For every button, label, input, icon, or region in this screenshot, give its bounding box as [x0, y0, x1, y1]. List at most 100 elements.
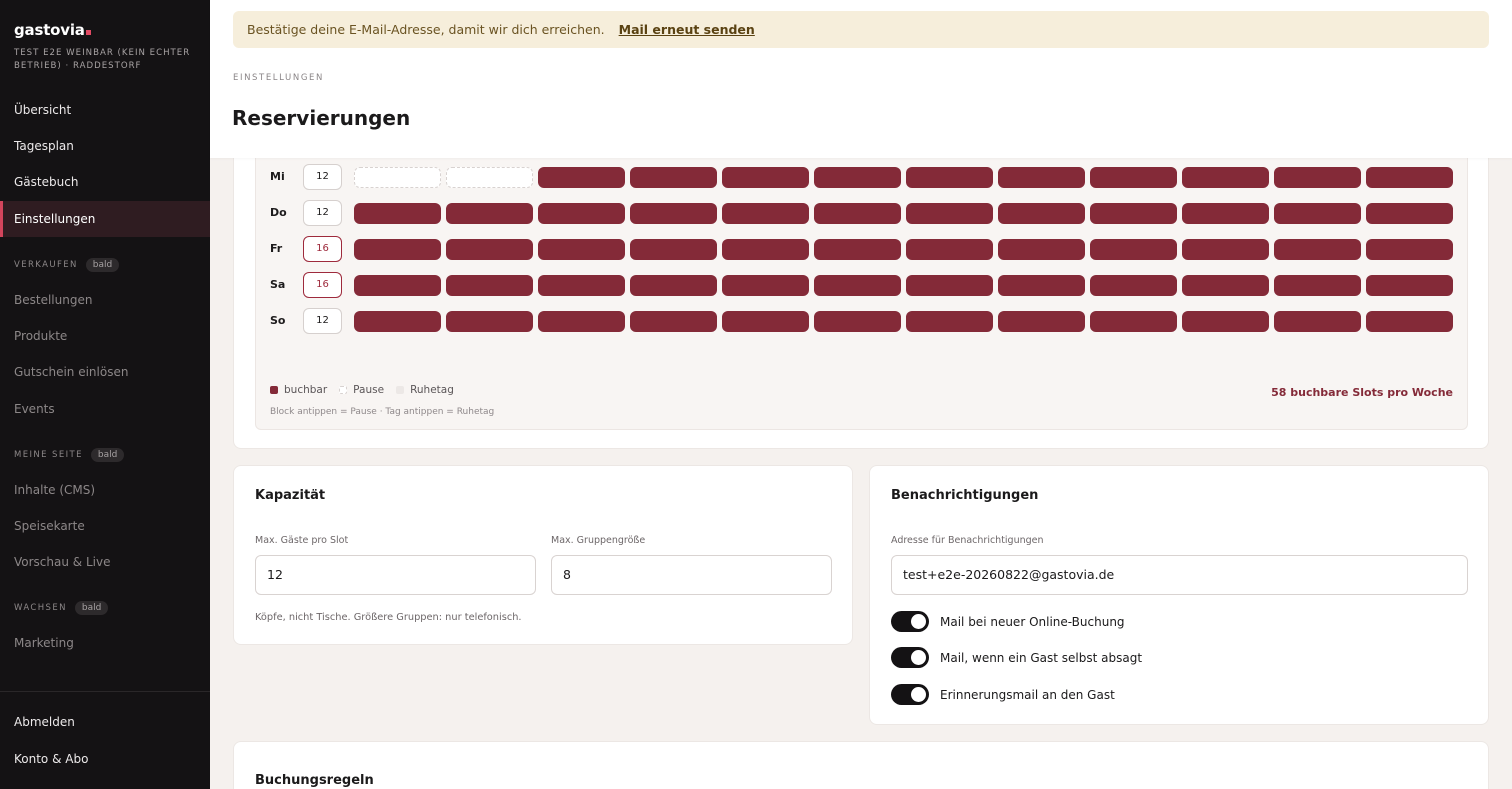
day-label-do[interactable]: Do [270, 206, 287, 219]
time-slot[interactable] [722, 311, 809, 332]
day-label-fr[interactable]: Fr [270, 242, 282, 255]
time-slot[interactable] [1366, 275, 1453, 296]
time-slot[interactable] [998, 203, 1085, 224]
nav-item-bestellungen[interactable]: Bestellungen [0, 282, 210, 318]
nav-item-produkte[interactable]: Produkte [0, 318, 210, 354]
max-group-input[interactable]: 8 [551, 555, 832, 595]
nav-item-einstellungen[interactable]: Einstellungen [0, 201, 210, 237]
time-slot[interactable] [906, 239, 993, 260]
time-slot[interactable] [1182, 275, 1269, 296]
toggle-label: Erinnerungsmail an den Gast [940, 687, 1115, 702]
toggle-new-booking[interactable]: Mail bei neuer Online-Buchung [891, 611, 1125, 632]
time-slot[interactable] [1366, 167, 1453, 188]
nav-item-gutschein[interactable]: Gutschein einlösen [0, 354, 210, 390]
time-slot[interactable] [814, 239, 901, 260]
time-slot[interactable] [998, 239, 1085, 260]
time-slot[interactable] [998, 275, 1085, 296]
day-capacity-input[interactable]: 12 [303, 200, 342, 226]
day-capacity-input[interactable]: 16 [303, 272, 342, 298]
time-slot[interactable] [906, 167, 993, 188]
toggle-switch-on[interactable] [891, 611, 929, 632]
time-slot[interactable] [1090, 203, 1177, 224]
nav-item-marketing[interactable]: Marketing [0, 625, 210, 661]
time-slot[interactable] [1274, 311, 1361, 332]
time-slot[interactable] [722, 203, 809, 224]
time-slot[interactable] [354, 203, 441, 224]
time-slot[interactable] [1366, 203, 1453, 224]
day-label-sa[interactable]: Sa [270, 278, 285, 291]
time-slot[interactable] [722, 275, 809, 296]
time-slot[interactable] [814, 167, 901, 188]
time-slot[interactable] [630, 239, 717, 260]
day-label-mi[interactable]: Mi [270, 170, 285, 183]
toggle-reminder[interactable]: Erinnerungsmail an den Gast [891, 684, 1115, 705]
time-slot[interactable] [1090, 239, 1177, 260]
resend-mail-link[interactable]: Mail erneut senden [619, 22, 755, 37]
account-link[interactable]: Konto & Abo [0, 741, 210, 777]
time-slot[interactable] [446, 203, 533, 224]
time-slot[interactable] [1090, 167, 1177, 188]
time-slot[interactable] [814, 275, 901, 296]
time-slot[interactable] [1090, 275, 1177, 296]
time-slot[interactable] [722, 167, 809, 188]
time-slot[interactable] [538, 275, 625, 296]
logout-button[interactable]: Abmelden [0, 704, 210, 740]
time-slot[interactable] [1274, 167, 1361, 188]
time-slot[interactable] [1090, 311, 1177, 332]
nav-item-tagesplan[interactable]: Tagesplan [0, 128, 210, 164]
nav-item-gaestebuch[interactable]: Gästebuch [0, 164, 210, 200]
capacity-note: Köpfe, nicht Tische. Größere Gruppen: nu… [255, 612, 522, 623]
toggle-switch-on[interactable] [891, 647, 929, 668]
time-slot[interactable] [1274, 275, 1361, 296]
time-slot[interactable] [1182, 311, 1269, 332]
time-slot[interactable] [998, 167, 1085, 188]
time-slot[interactable] [354, 275, 441, 296]
time-slot[interactable] [446, 311, 533, 332]
time-slot[interactable] [538, 311, 625, 332]
time-slot[interactable] [814, 203, 901, 224]
time-slot[interactable] [998, 311, 1085, 332]
nav-item-speisekarte[interactable]: Speisekarte [0, 508, 210, 544]
time-slot[interactable] [630, 311, 717, 332]
time-slot[interactable] [630, 275, 717, 296]
time-slot[interactable] [906, 275, 993, 296]
time-slot[interactable] [722, 239, 809, 260]
day-capacity-input[interactable]: 12 [303, 164, 342, 190]
time-slot[interactable] [354, 311, 441, 332]
day-label-so[interactable]: So [270, 314, 285, 327]
day-capacity-input[interactable]: 12 [303, 308, 342, 334]
time-slot[interactable] [1182, 167, 1269, 188]
time-slot[interactable] [446, 275, 533, 296]
time-slot[interactable] [630, 167, 717, 188]
time-slot[interactable] [538, 239, 625, 260]
nav-item-uebersicht[interactable]: Übersicht [0, 92, 210, 128]
time-slot[interactable] [538, 167, 625, 188]
time-slot[interactable] [1366, 239, 1453, 260]
time-slot[interactable] [1366, 311, 1453, 332]
time-slot[interactable] [1274, 239, 1361, 260]
time-slot[interactable] [538, 203, 625, 224]
time-slot[interactable] [906, 203, 993, 224]
time-slot[interactable] [446, 167, 533, 188]
nav-section-verkaufen: VERKAUFEN bald [14, 258, 120, 272]
notify-address-input[interactable]: test+e2e-20260822@gastovia.de [891, 555, 1468, 595]
nav-item-vorschau[interactable]: Vorschau & Live [0, 544, 210, 580]
time-slot[interactable] [1182, 239, 1269, 260]
time-slot[interactable] [354, 167, 441, 188]
time-slot[interactable] [354, 239, 441, 260]
nav-item-inhalte[interactable]: Inhalte (CMS) [0, 472, 210, 508]
time-slot[interactable] [814, 311, 901, 332]
time-slot[interactable] [906, 311, 993, 332]
toggle-guest-cancel[interactable]: Mail, wenn ein Gast selbst absagt [891, 647, 1142, 668]
grid-hint: Block antippen = Pause · Tag antippen = … [270, 407, 495, 417]
time-slot[interactable] [1182, 203, 1269, 224]
time-slot[interactable] [630, 203, 717, 224]
day-capacity-input[interactable]: 16 [303, 236, 342, 262]
time-slot[interactable] [1274, 203, 1361, 224]
max-guests-input[interactable]: 12 [255, 555, 536, 595]
toggle-switch-on[interactable] [891, 684, 929, 705]
time-slot[interactable] [446, 239, 533, 260]
capacity-title: Kapazität [255, 488, 326, 503]
nav-item-events[interactable]: Events [0, 391, 210, 427]
brand-logo[interactable]: gastovia [14, 21, 91, 39]
